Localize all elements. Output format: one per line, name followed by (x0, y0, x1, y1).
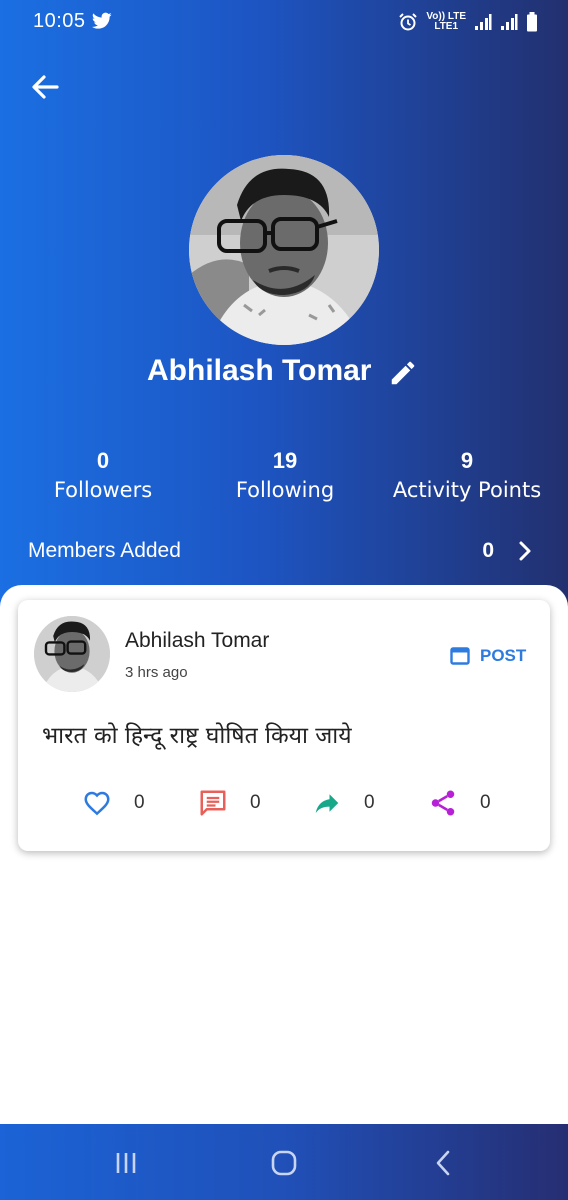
stat-value: 0 (96, 448, 110, 473)
stat-followers[interactable]: 0 Followers (3, 448, 203, 502)
status-bar: 10:05 Vo)) LTE LTE1 (0, 0, 568, 44)
nav-back-icon[interactable] (429, 1148, 459, 1178)
post-actions: 0 0 0 0 (18, 788, 550, 818)
stat-label: Followers (53, 478, 153, 502)
back-button[interactable] (28, 70, 62, 104)
profile-photo (189, 155, 379, 345)
post-type-badge: POST (450, 644, 526, 668)
post-text: भारत को हिन्दू राष्ट्र घोषित किया जाये (42, 723, 352, 749)
heart-icon (84, 791, 110, 816)
repost-count: 0 (364, 792, 375, 813)
system-nav-bar (0, 1124, 568, 1200)
post-author-photo (34, 616, 110, 692)
edit-icon[interactable] (388, 358, 418, 388)
stat-activity-points[interactable]: 9 Activity Points (367, 448, 567, 502)
like-count: 0 (134, 792, 145, 813)
battery-icon (527, 12, 537, 32)
post-author-name[interactable]: Abhilash Tomar (125, 629, 269, 653)
post-timestamp: 3 hrs ago (125, 664, 188, 681)
stat-label: Following (235, 478, 335, 502)
share-count: 0 (480, 792, 491, 813)
members-added-label: Members Added (28, 539, 181, 562)
lte-label: LTE1 (434, 21, 459, 32)
share-icon (431, 790, 455, 816)
post-author-avatar[interactable] (34, 616, 110, 692)
share-arrow-icon (315, 794, 339, 813)
post-card[interactable]: Abhilash Tomar 3 hrs ago POST भारत को हि… (18, 600, 550, 851)
twitter-icon (92, 12, 112, 29)
comment-count: 0 (250, 792, 261, 813)
stat-value: 9 (460, 448, 474, 473)
profile-name: Abhilash Tomar (147, 354, 372, 387)
alarm-icon (399, 13, 418, 31)
members-added-row[interactable]: Members Added 0 (28, 536, 538, 568)
profile-avatar[interactable] (189, 155, 379, 345)
recent-apps-icon[interactable] (111, 1148, 141, 1178)
signal-icon (475, 14, 492, 30)
signal-icon (501, 14, 518, 30)
status-time: 10:05 (33, 10, 86, 32)
comment-icon (200, 790, 226, 816)
post-type-label: POST (480, 646, 527, 665)
home-icon[interactable] (269, 1148, 299, 1178)
stat-value: 19 (272, 448, 298, 473)
stat-following[interactable]: 19 Following (185, 448, 385, 502)
volte-lte-icon: Vo)) LTE LTE1 (426, 12, 466, 32)
profile-stats: 0 Followers 19 Following 9 Activity Poin… (0, 448, 568, 512)
members-added-count: 0 (482, 539, 494, 562)
status-indicators: Vo)) LTE LTE1 (398, 8, 538, 36)
post-window-icon (450, 647, 470, 665)
profile-name-row: Abhilash Tomar (0, 352, 568, 392)
chevron-right-icon (519, 541, 531, 561)
stat-label: Activity Points (392, 478, 542, 502)
